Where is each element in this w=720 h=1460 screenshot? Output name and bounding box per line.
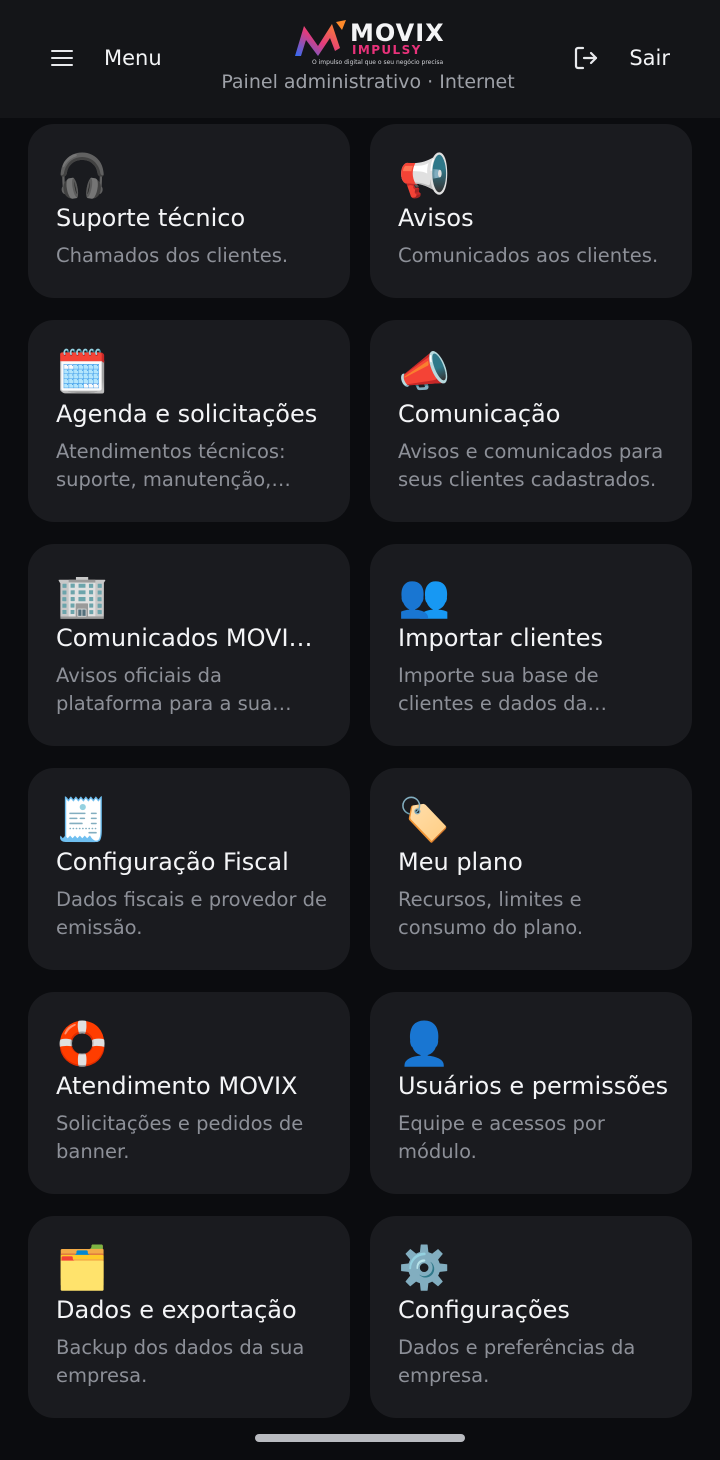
calendar-icon: 🗓️ bbox=[56, 347, 109, 396]
brand-logo: MOVIX IMPULSY O impulso digital que o se… bbox=[292, 18, 452, 70]
logout-button[interactable]: Sair bbox=[573, 40, 670, 76]
card-configuracao-fiscal[interactable]: 🧾 Configuração Fiscal Dados fiscais e pr… bbox=[28, 768, 350, 970]
card-comunicados-movix[interactable]: 🏢 Comunicados MOVIX Impulsy Avisos ofici… bbox=[28, 544, 350, 746]
card-agenda-solicitacoes[interactable]: 🗓️ Agenda e solicitações Atendimentos té… bbox=[28, 320, 350, 522]
card-title: Comunicação bbox=[398, 400, 561, 428]
card-description: Importe sua base de clientes e dados da … bbox=[398, 664, 599, 715]
card-title: Agenda e solicitações bbox=[56, 400, 318, 428]
card-atendimento-movix[interactable]: 🛟 Atendimento MOVIX Solicitações e pedid… bbox=[28, 992, 350, 1194]
loudspeaker-icon: 📢 bbox=[398, 151, 451, 200]
card-description: Avisos oficiais da plataforma para a sua… bbox=[56, 664, 273, 715]
card-title: Comunicados MOVIX Impulsy bbox=[56, 624, 328, 652]
logo-mark-icon bbox=[295, 20, 346, 56]
card-description: Dados fiscais e provedor de emissão. bbox=[56, 888, 328, 939]
logout-icon bbox=[575, 46, 598, 70]
card-description: Equipe e acessos por módulo. bbox=[398, 1112, 605, 1163]
office-building-icon: 🏢 bbox=[56, 571, 109, 620]
card-usuarios-permissoes[interactable]: 👤 Usuários e permissões Equipe e acessos… bbox=[370, 992, 692, 1194]
card-title: Avisos bbox=[398, 204, 474, 232]
top-bar: Menu MOVIX IMPULSY O impulso digital que… bbox=[0, 0, 720, 118]
logo-subword: IMPULSY bbox=[352, 43, 422, 57]
logo-tagline: O impulso digital que o seu negócio prec… bbox=[312, 59, 444, 66]
headphones-icon: 🎧 bbox=[56, 151, 109, 200]
card-title: Dados e exportação bbox=[56, 1296, 297, 1324]
card-title: Suporte técnico bbox=[56, 204, 246, 232]
card-comunicacao[interactable]: 📣 Comunicação Avisos e comunicados para … bbox=[370, 320, 692, 522]
card-title: Configurações bbox=[398, 1296, 570, 1324]
card-description: Solicitações e pedidos de banner. bbox=[56, 1112, 304, 1163]
card-dados-exportacao[interactable]: 🗂️ Dados e exportação Backup dos dados d… bbox=[28, 1216, 350, 1418]
card-description: Atendimentos técnicos: suporte, manutenç… bbox=[56, 440, 286, 491]
home-indicator[interactable] bbox=[255, 1434, 465, 1442]
folder-icon: 🗂️ bbox=[56, 1243, 109, 1292]
card-title: Meu plano bbox=[398, 848, 523, 876]
lifebuoy-icon: 🛟 bbox=[56, 1019, 109, 1068]
menu-label: Menu bbox=[104, 46, 162, 70]
card-description: Recursos, limites e consumo do plano. bbox=[398, 888, 584, 939]
card-avisos[interactable]: 📢 Avisos Comunicados aos clientes. bbox=[370, 124, 692, 298]
user-icon: 👤 bbox=[398, 1019, 451, 1068]
card-title: Atendimento MOVIX bbox=[56, 1072, 298, 1100]
card-title: Importar clientes bbox=[398, 624, 604, 652]
card-configuracoes[interactable]: ⚙️ Configurações Dados e preferências da… bbox=[370, 1216, 692, 1418]
card-title: Usuários e permissões bbox=[398, 1072, 669, 1100]
price-tag-icon: 🏷️ bbox=[398, 795, 451, 844]
gear-icon: ⚙️ bbox=[398, 1243, 451, 1292]
card-description: Chamados dos clientes. bbox=[56, 244, 289, 267]
logout-label: Sair bbox=[629, 46, 670, 70]
card-importar-clientes[interactable]: 👥 Importar clientes Importe sua base de … bbox=[370, 544, 692, 746]
card-description: Avisos e comunicados para seus clientes … bbox=[398, 440, 664, 491]
card-description: Dados e preferências da empresa. bbox=[398, 1336, 636, 1387]
users-icon: 👥 bbox=[398, 571, 451, 620]
hamburger-icon bbox=[50, 48, 74, 68]
megaphone-icon: 📣 bbox=[398, 347, 451, 396]
card-title: Configuração Fiscal bbox=[56, 848, 289, 876]
card-description: Comunicados aos clientes. bbox=[398, 244, 659, 267]
card-meu-plano[interactable]: 🏷️ Meu plano Recursos, limites e consumo… bbox=[370, 768, 692, 970]
card-description: Backup dos dados da sua empresa. bbox=[56, 1336, 305, 1387]
receipt-icon: 🧾 bbox=[56, 795, 109, 844]
card-suporte-tecnico[interactable]: 🎧 Suporte técnico Chamados dos clientes. bbox=[28, 124, 350, 298]
